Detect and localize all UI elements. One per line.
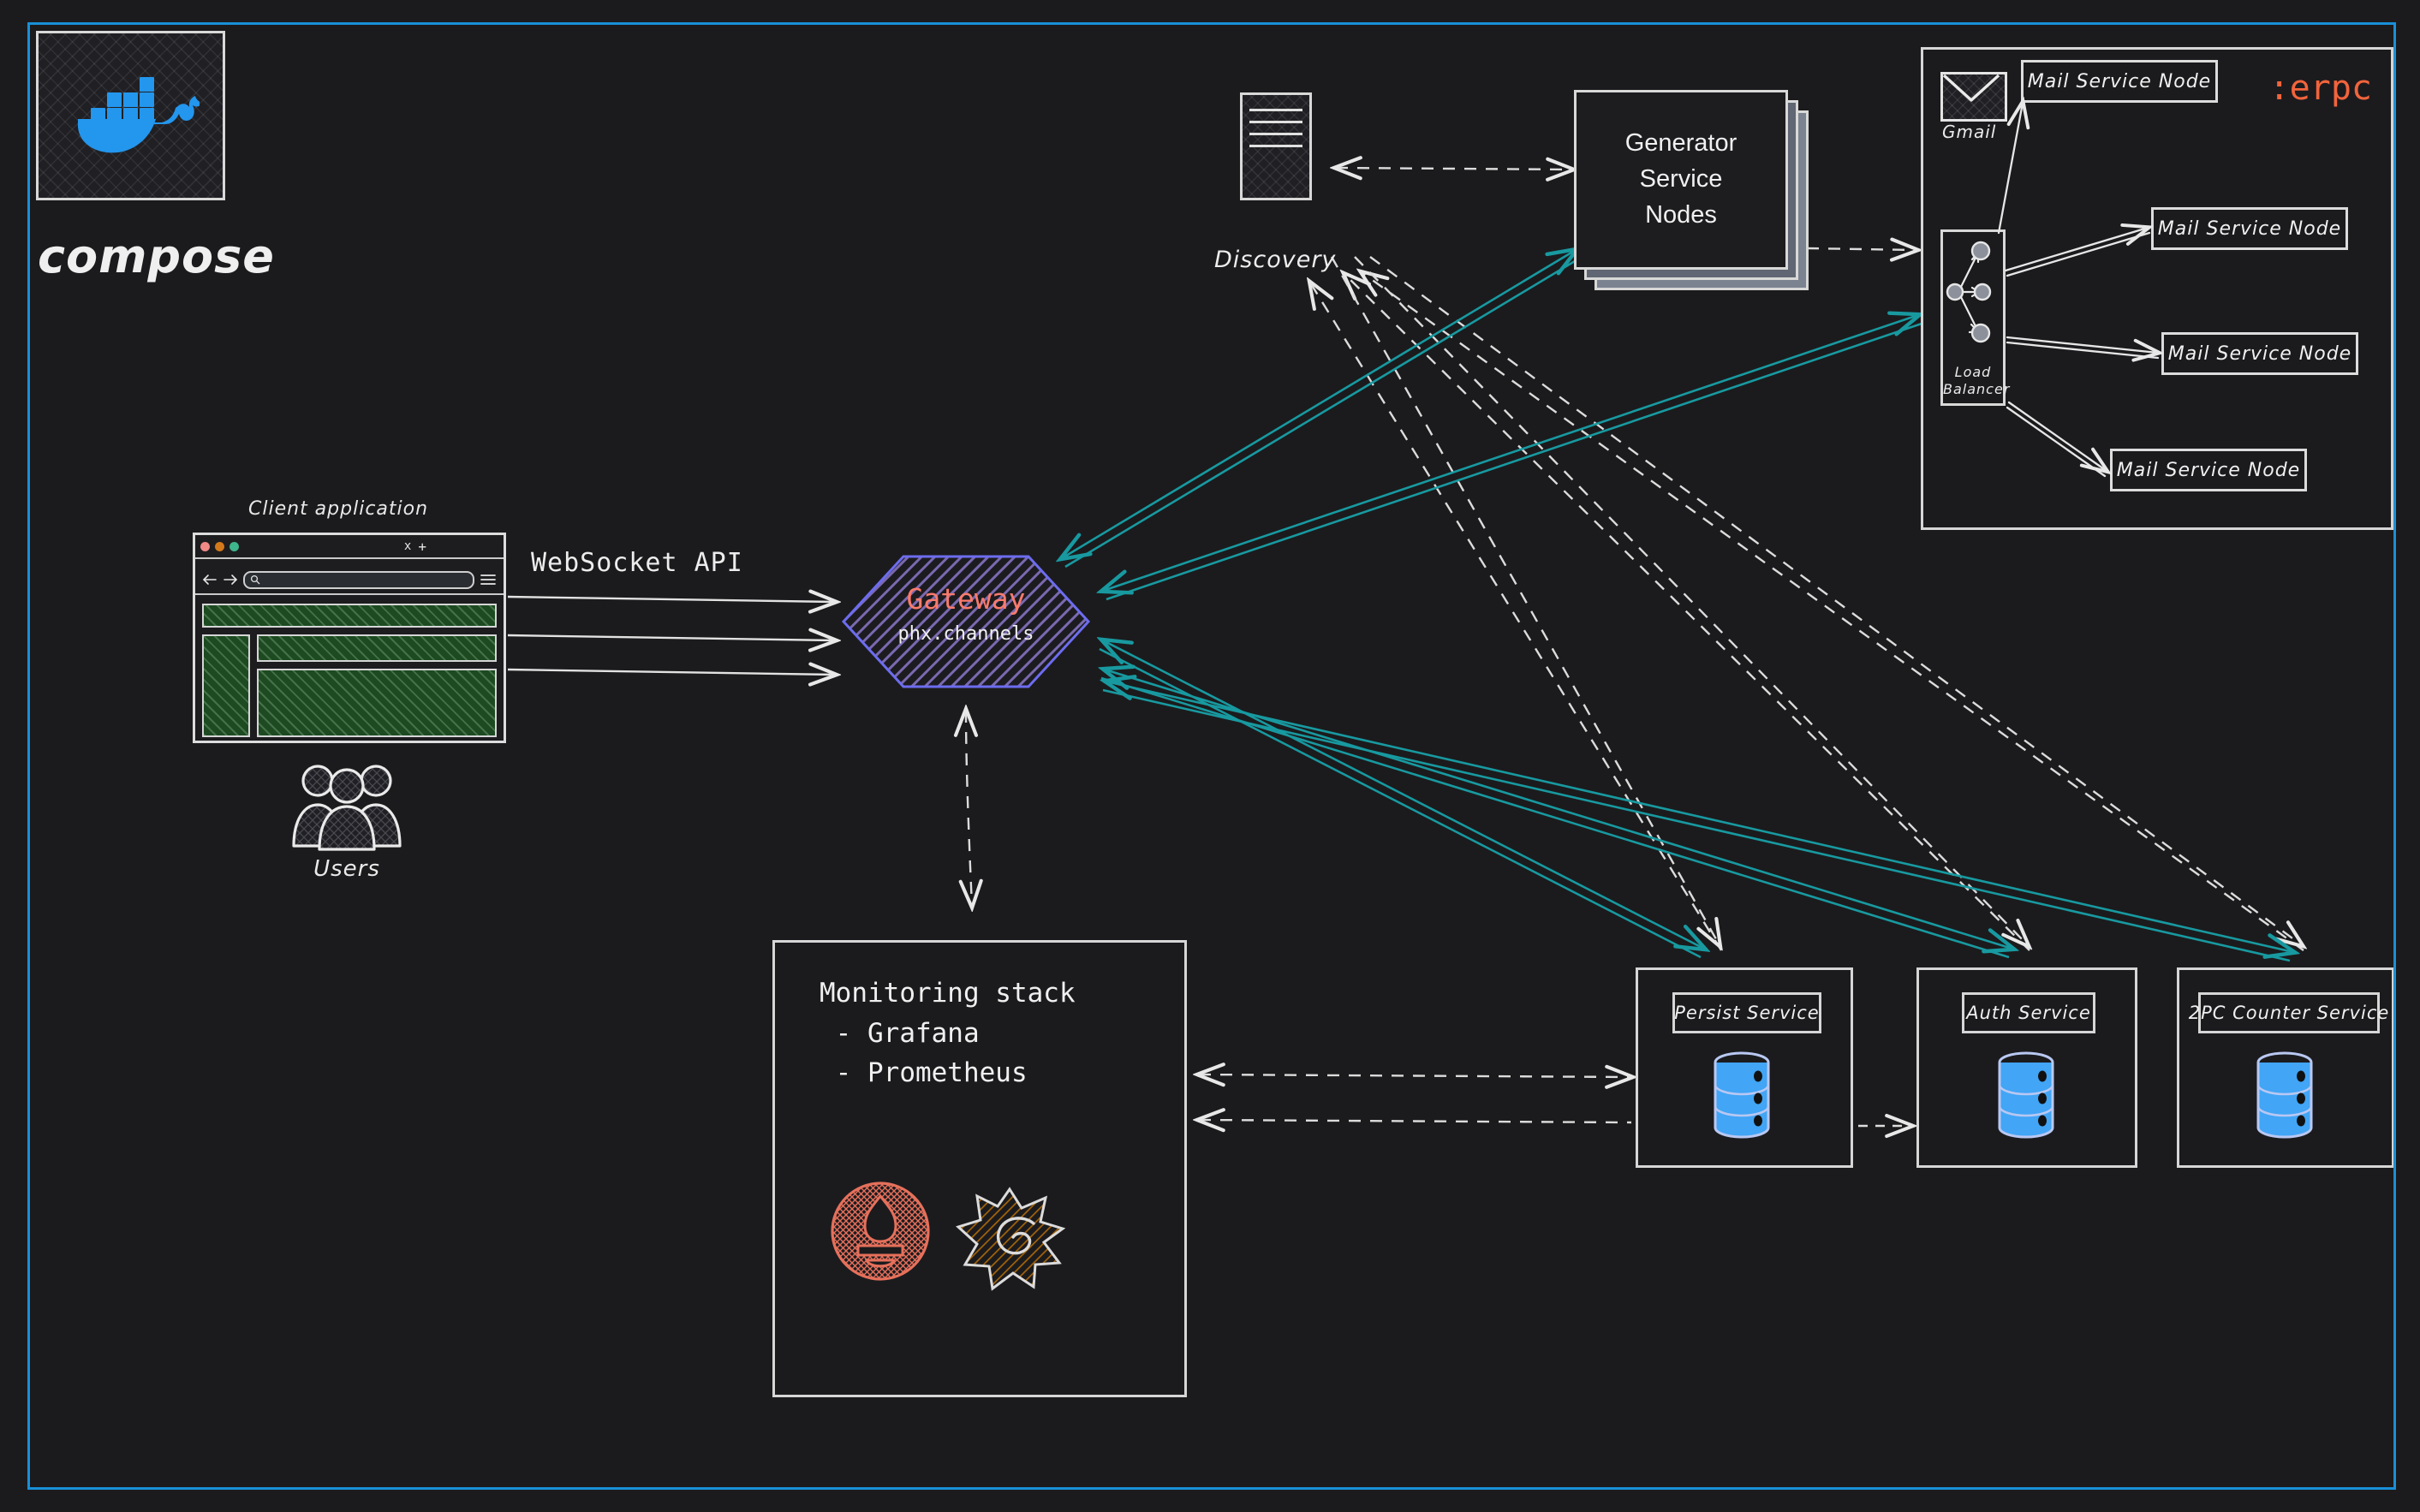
users-group-icon [292,765,402,851]
gateway-generator-link [1062,250,1579,568]
docker-logo-box [36,31,225,200]
content-block-sidebar [202,634,250,737]
gateway-auth-link [1101,670,2012,959]
monitoring-stack-text: Monitoring stack - Grafana - Prometheus [820,978,1076,1088]
search-input[interactable] [243,570,474,589]
window-close-dot[interactable] [200,541,210,551]
browser-toolbar [195,566,504,595]
generator-label: Generator Service Nodes [1624,129,1738,229]
erpc-container: :erpc Gmail Load Balancer Mail Service N… [1921,47,2393,530]
gateway-title: Gateway [906,582,1026,616]
arrow-left-icon[interactable] [202,574,218,586]
content-block-header [202,604,497,628]
database-cylinder-icon [1998,1051,2054,1139]
monitoring-persist-links [1199,1074,1631,1122]
compose-label: compose [38,229,275,283]
auth-service-title: Auth Service [1962,992,2095,1033]
users-label: Users [313,856,380,882]
generator-service-nodes-stack[interactable]: Generator Service Nodes [1574,90,1809,290]
magnifier-icon [250,574,260,585]
new-tab-label[interactable]: + [418,539,426,555]
auth-service-box[interactable]: Auth Service [1916,967,2137,1168]
window-maximize-dot[interactable] [229,541,239,551]
persist-service-title: Persist Service [1672,992,1821,1033]
client-application-caption: Client application [248,498,429,520]
diagram-canvas: compose Client application x + Users Web… [0,0,2420,1512]
generator-erpc-link [1806,248,1916,250]
gateway-subtitle: phx.channels [897,623,1034,645]
discovery-label: Discovery [1214,247,1337,273]
monitoring-stack-box[interactable]: Monitoring stack - Grafana - Prometheus [772,940,1187,1397]
content-block-subheader [257,634,497,662]
gateway-persist-link [1100,640,1704,959]
database-cylinder-icon [2256,1051,2313,1139]
gateway-2pc-link [1103,682,2293,962]
browser-titlebar: x + [195,535,504,559]
tab-close-label[interactable]: x [404,539,411,553]
gateway-hexagon-shape [842,555,1090,688]
two-phase-commit-counter-service-box[interactable]: 2PC Counter Service [2177,967,2394,1168]
websocket-arrows [507,597,835,675]
content-block-main [257,669,497,737]
gateway-erpc-link [1103,315,1922,601]
grafana-compass-icon [956,1187,1066,1291]
docker-whale-icon [77,77,200,153]
window-minimize-dot[interactable] [215,541,224,551]
discovery-server-icon[interactable] [1240,92,1312,200]
two-phase-commit-counter-service-title: 2PC Counter Service [2189,992,2388,1033]
users-figure: Users [287,760,407,889]
persist-service-box[interactable]: Persist Service [1636,967,1853,1168]
database-cylinder-icon [1714,1051,1770,1139]
generator-stack-card-1: Generator Service Nodes [1574,90,1788,270]
gateway-node[interactable]: Gateway phx.channels [842,555,1090,688]
gateway-monitoring-link [966,711,972,906]
arrow-right-icon[interactable] [223,574,238,586]
hamburger-menu-icon[interactable] [480,573,497,586]
browser-content-area [195,597,504,741]
load-balancer-arrows [1997,50,2391,478]
client-browser-window[interactable]: x + [193,533,506,743]
discovery-generator-link [1336,168,1572,170]
prometheus-torch-icon [831,1182,930,1281]
websocket-api-label: WebSocket API [531,548,743,578]
